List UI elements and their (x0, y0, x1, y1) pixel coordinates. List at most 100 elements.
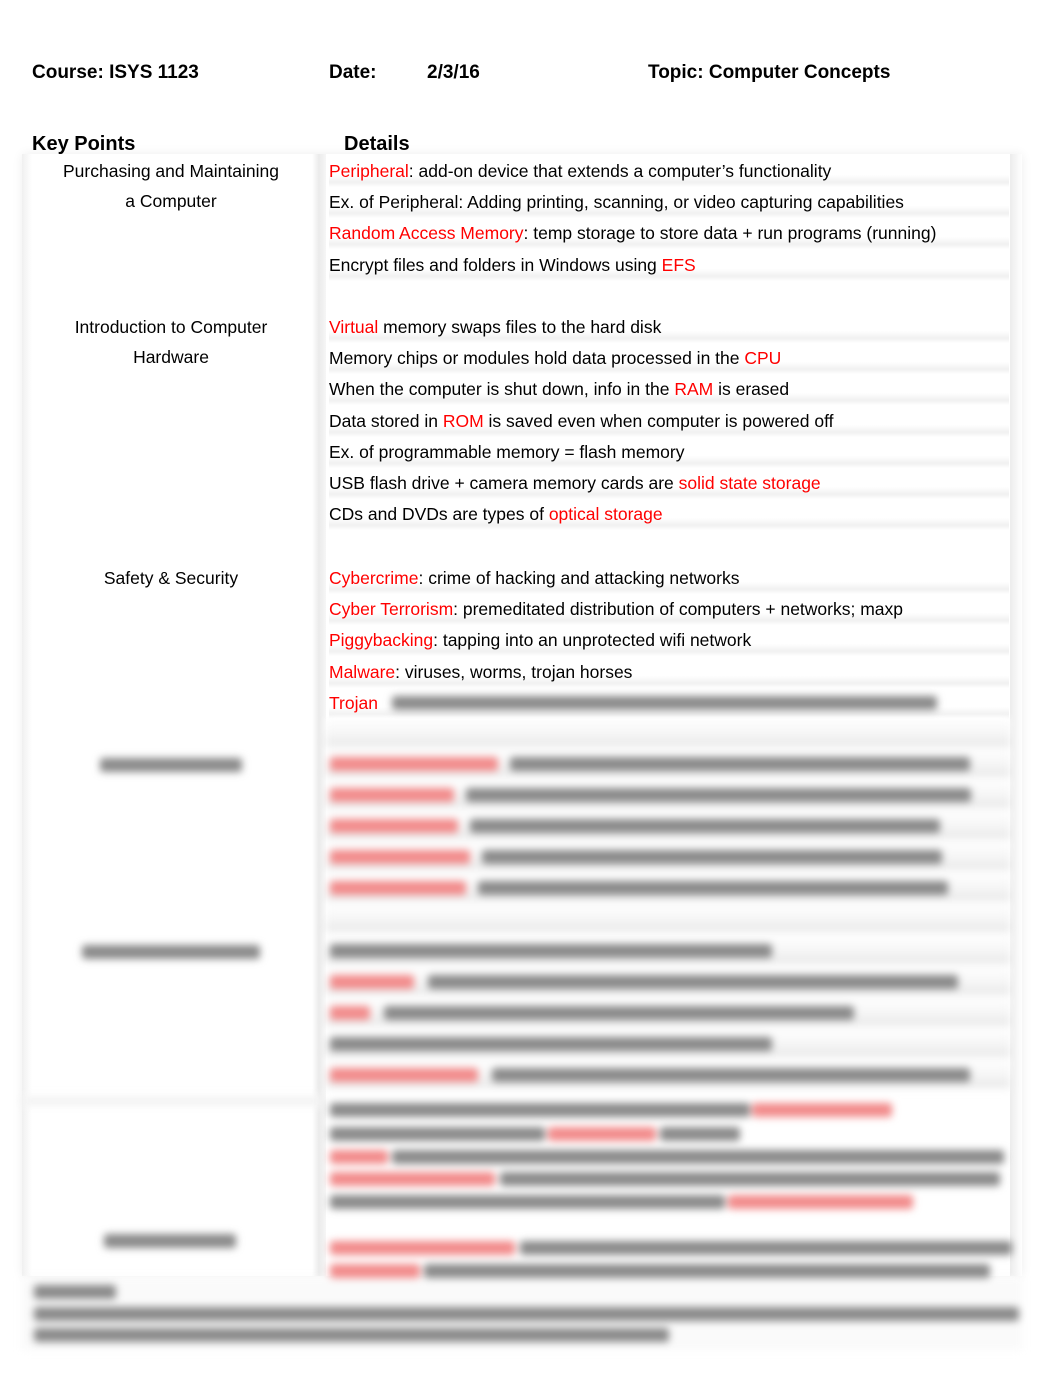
detail-text: When the computer is shut down, info in … (329, 379, 675, 400)
detail-text: Encrypt files and folders in Windows usi… (329, 254, 662, 275)
detail-text: : add-on device that extends a computer’… (408, 161, 832, 181)
detail-text: is erased (713, 379, 790, 400)
obscured-term (728, 1195, 913, 1209)
key-term: CPU (744, 348, 782, 369)
obscured-term (330, 757, 498, 771)
key-point-line: Safety & Security (103, 568, 239, 588)
key-point-line: Introduction to Computer (74, 317, 268, 337)
obscured-text (330, 1103, 750, 1117)
detail-line: Malware: viruses, worms, trojan horses (329, 656, 1009, 688)
key-term: Random Access Memory (329, 223, 524, 244)
obscured-text (500, 1172, 1000, 1186)
detail-line: Memory chips or modules hold data proces… (329, 343, 1009, 375)
obscured-text (392, 1150, 1004, 1164)
detail-text: USB flash drive + camera memory cards ar… (329, 473, 679, 493)
detail-line: Virtual memory swaps files to the hard d… (329, 312, 1009, 343)
obscured-text (330, 1127, 545, 1141)
obscured-term (330, 881, 466, 895)
obscured-text (34, 1328, 669, 1342)
obscured-text (470, 819, 940, 833)
detail-text: Memory chips or modules hold data proces… (329, 348, 745, 369)
detail-line: Random Access Memory: temp storage to st… (329, 218, 1009, 250)
column-divider (312, 154, 326, 1276)
detail-text: Data stored in (329, 410, 443, 431)
key-term: Malware (329, 661, 396, 682)
course-label: Course: ISYS 1123 (32, 62, 199, 83)
obscured-text (34, 1307, 1019, 1321)
table-left-border (22, 154, 32, 1276)
key-term: Trojan (329, 692, 378, 713)
key-points-heading: Key Points (32, 133, 136, 155)
detail-line: USB flash drive + camera memory cards ar… (329, 468, 1009, 499)
key-point: Purchasing and Maintaining a Computer (32, 156, 310, 216)
detail-text: : tapping into an unprotected wifi netwo… (433, 630, 752, 651)
key-term: Cyber Terrorism (329, 599, 454, 620)
detail-text: : viruses, worms, trojan horses (395, 661, 633, 682)
obscured-summary-heading (34, 1285, 116, 1299)
obscured-text (482, 850, 942, 864)
obscured-key-point (100, 758, 242, 772)
detail-line: When the computer is shut down, info in … (329, 374, 1009, 406)
obscured-text (330, 1037, 772, 1051)
obscured-term (330, 788, 454, 802)
detail-line: Ex. of programmable memory = flash memor… (329, 436, 1009, 468)
obscured-text (520, 1241, 1012, 1255)
detail-line: Cyber Terrorism: premeditated distributi… (329, 594, 1009, 626)
detail-line: Ex. of Peripheral: Adding printing, scan… (329, 187, 1009, 219)
obscured-term (330, 1150, 388, 1164)
key-term: ROM (442, 410, 484, 431)
detail-text: is saved even when computer is powered o… (483, 410, 834, 431)
topic-label: Topic: Computer Concepts (648, 62, 891, 83)
date-value: 2/3/16 (427, 62, 480, 83)
obscured-term (330, 819, 458, 833)
section-divider (22, 1095, 322, 1107)
obscured-key-point (82, 945, 260, 959)
key-point-line: a Computer (125, 191, 217, 211)
detail-line: Cybercrime: crime of hacking and attacki… (329, 563, 1009, 594)
obscured-text (660, 1127, 740, 1141)
date-label: Date: (329, 62, 377, 83)
obscured-term (330, 1172, 495, 1186)
detail-line: Encrypt files and folders in Windows usi… (329, 249, 1009, 281)
obscured-text (392, 696, 937, 710)
obscured-row (326, 903, 1010, 934)
obscured-text (492, 1068, 970, 1082)
obscured-key-point (104, 1234, 236, 1248)
obscured-term (330, 975, 414, 989)
obscured-term (330, 1264, 420, 1278)
key-point: Safety & Security (32, 563, 310, 593)
obscured-term (330, 1068, 478, 1082)
key-point-line: Hardware (133, 347, 209, 367)
obscured-term (752, 1103, 892, 1117)
detail-text: CDs and DVDs are types of (329, 504, 549, 525)
detail-text: memory swaps files to the hard disk (378, 317, 662, 337)
key-term: Cybercrime (329, 568, 419, 588)
table-right-border (1010, 154, 1022, 1276)
detail-text: : crime of hacking and attacking network… (418, 568, 740, 588)
obscured-text (330, 944, 772, 958)
detail-text: Ex. of programmable memory = flash memor… (329, 441, 685, 462)
key-term: RAM (674, 379, 714, 400)
details-heading: Details (344, 133, 410, 155)
key-term: Virtual (329, 317, 379, 337)
detail-line: Peripheral: add-on device that extends a… (329, 156, 1009, 187)
detail-line: Piggybacking: tapping into an unprotecte… (329, 625, 1009, 657)
key-term: Piggybacking (329, 630, 434, 651)
detail-text: : temp storage to store data + run progr… (523, 223, 937, 244)
key-point-line: Purchasing and Maintaining (63, 161, 279, 181)
obscured-term (330, 850, 470, 864)
obscured-row (326, 718, 1010, 749)
obscured-text (478, 881, 948, 895)
obscured-text (424, 1264, 990, 1278)
key-term: optical storage (548, 504, 663, 525)
obscured-text (510, 757, 970, 771)
key-point: Introduction to Computer Hardware (32, 312, 310, 372)
key-term: Peripheral (329, 161, 409, 181)
obscured-term (330, 1241, 515, 1255)
obscured-term (330, 1006, 370, 1020)
obscured-text (384, 1006, 854, 1020)
detail-text: Ex. of Peripheral: Adding printing, scan… (329, 192, 904, 213)
obscured-text (466, 788, 971, 802)
detail-text: : premeditated distribution of computers… (453, 599, 904, 620)
key-term: solid state storage (678, 473, 821, 493)
